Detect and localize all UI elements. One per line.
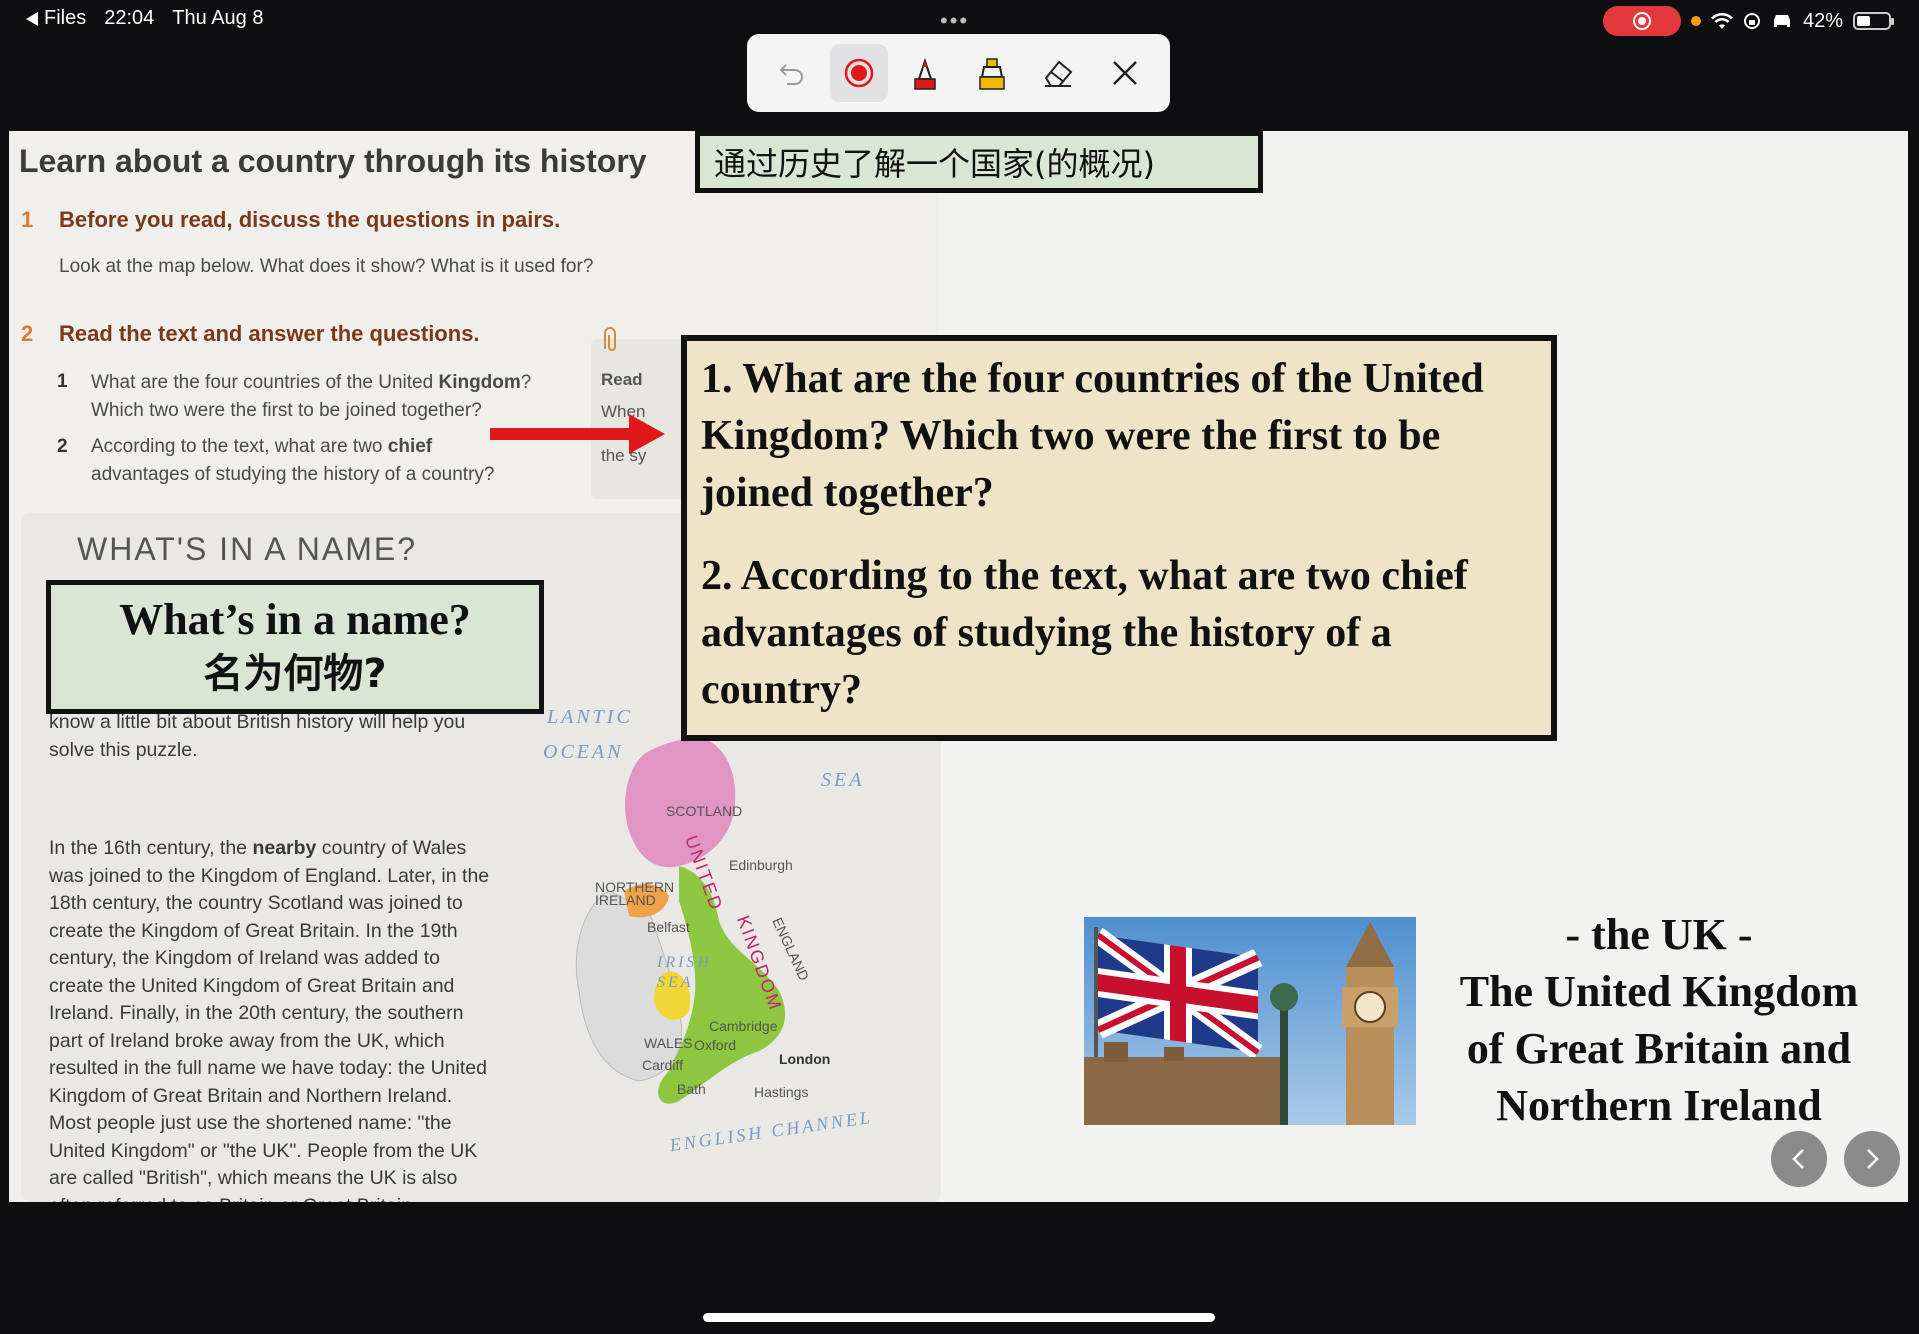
map-label-irish-sea: IRISH SEA [657, 954, 712, 991]
uk-full-name: - the UK - The United Kingdom of Great B… [1429, 906, 1889, 1134]
map-label-sea: SEA [821, 769, 865, 791]
map-label-atlantic: LANTIC [547, 706, 633, 728]
question-text: What are the four countries of the Unite… [91, 372, 532, 421]
battery-icon [1853, 12, 1894, 30]
orientation-lock-icon [1743, 13, 1760, 29]
section-heading: Before you read, discuss the questions i… [59, 207, 561, 232]
whats-in-a-name-heading: WHAT'S IN A NAME? [77, 531, 418, 567]
question-number: 2 [57, 436, 68, 457]
pen-icon [914, 57, 936, 90]
map-label-northern-ireland: NORTHERN IRELAND [595, 879, 675, 908]
uk-name-line: of Great Britain and [1466, 1024, 1852, 1073]
previous-slide-button[interactable] [1771, 1131, 1827, 1187]
status-date: Thu Aug 8 [172, 7, 264, 29]
back-to-files-link[interactable]: Files [26, 7, 86, 30]
map-label-cardiff: Cardiff [642, 1057, 683, 1073]
uk-map: LANTIC OCEAN SEA SCOTLAND Edinburgh NORT… [529, 691, 949, 1201]
section-text: Look at the map below. What does it show… [59, 256, 594, 277]
record-tool-button[interactable] [829, 44, 888, 102]
red-arrow [490, 428, 636, 440]
back-app-label: Files [44, 7, 87, 29]
map-label-belfast: Belfast [647, 919, 690, 935]
whats-in-a-name-chinese: 名为何物? [203, 651, 387, 697]
next-slide-button[interactable] [1844, 1131, 1900, 1187]
eraser-icon [1045, 60, 1073, 87]
chinese-title-box: 通过历史了解一个国家(的概况) [695, 131, 1263, 193]
map-label-wales: WALES [644, 1035, 693, 1051]
highlighter-icon [979, 58, 1005, 90]
map-label-scotland: SCOTLAND [666, 803, 743, 819]
undo-icon [779, 64, 804, 85]
uk-flag-big-ben-illustration [1084, 917, 1416, 1125]
chevron-left-icon [1792, 1149, 1804, 1169]
car-icon [1773, 15, 1790, 27]
screen-recording-indicator[interactable] [1602, 6, 1681, 36]
record-tool-icon [844, 58, 873, 88]
presentation-slide: Learn about a country through its histor… [9, 131, 1908, 1202]
question-number: 1 [57, 371, 68, 392]
question-text: According to the text, what are two chie… [91, 436, 495, 485]
map-label-hastings: Hastings [754, 1084, 809, 1100]
back-triangle-icon [26, 11, 38, 26]
undo-button[interactable] [763, 44, 821, 102]
eraser-tool-button[interactable] [1029, 44, 1087, 102]
uk-abbreviation: - the UK - [1565, 910, 1753, 959]
red-arrow-head-icon [629, 414, 665, 454]
section-heading: Read the text and answer the questions. [59, 321, 480, 346]
whats-in-a-name-english: What’s in a name? [119, 595, 471, 644]
name-body-text: In the 16th century, the nearby country … [49, 837, 490, 1202]
map-label-oxford: Oxford [694, 1037, 737, 1053]
uk-flag-big-ben-image [1084, 917, 1416, 1125]
markup-toolbar [747, 34, 1170, 112]
name-intro-text: know a little bit about British history … [49, 711, 466, 761]
multitasking-dots-icon[interactable]: ••• [940, 8, 969, 34]
questions-box: 1. What are the four countries of the Un… [681, 335, 1557, 741]
map-label-london: London [779, 1051, 831, 1067]
uk-name-line: The United Kingdom [1459, 967, 1859, 1016]
battery-percent: 42% [1802, 9, 1843, 32]
record-icon [1632, 12, 1651, 30]
pen-tool-button[interactable] [896, 44, 954, 102]
section-number: 1 [21, 207, 34, 232]
mic-in-use-indicator [1690, 16, 1701, 26]
map-label-bath: Bath [677, 1081, 706, 1097]
wifi-icon [1711, 13, 1733, 29]
uk-name-line: Northern Ireland [1496, 1081, 1822, 1130]
whats-in-a-name-box: What’s in a name? 名为何物? [46, 580, 544, 714]
status-time: 22:04 [104, 7, 155, 29]
map-label-edinburgh: Edinburgh [729, 857, 793, 873]
close-icon [1112, 61, 1137, 85]
highlighter-tool-button[interactable] [963, 44, 1021, 102]
close-toolbar-button[interactable] [1096, 44, 1154, 102]
textbook-title: Learn about a country through its histor… [19, 143, 647, 179]
home-indicator[interactable] [703, 1313, 1215, 1322]
section-number: 2 [21, 321, 34, 346]
chevron-right-icon [1867, 1149, 1879, 1169]
question-1: 1. What are the four countries of the Un… [701, 356, 1484, 516]
question-2: 2. According to the text, what are two c… [701, 553, 1468, 713]
map-label-ocean: OCEAN [543, 741, 624, 763]
paperclip-icon [604, 327, 616, 351]
map-label-cambridge: Cambridge [709, 1018, 778, 1034]
